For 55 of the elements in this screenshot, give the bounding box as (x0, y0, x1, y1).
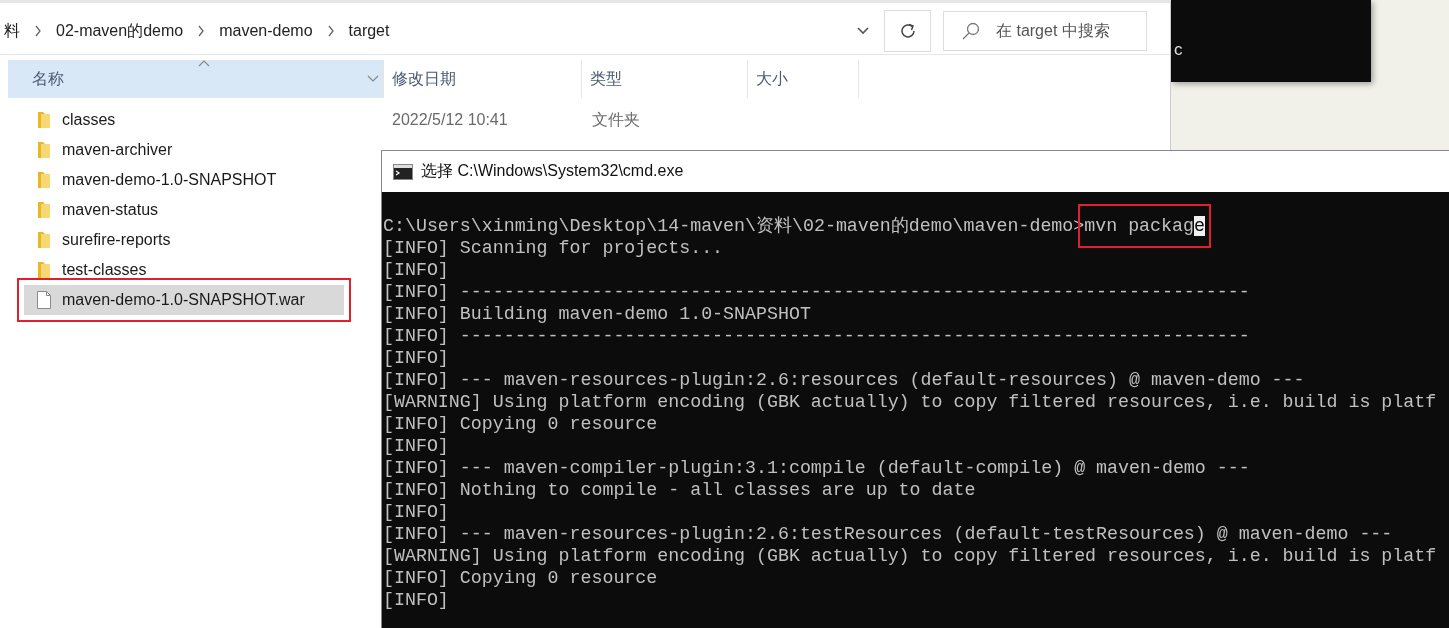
console-output-line: [INFO] Copying 0 resource (383, 413, 659, 435)
console-output-line: [INFO] ------------------------------------------------------------------------ (383, 325, 1251, 347)
console-output-line: [INFO] Nothing to compile - all classes are up to date (383, 479, 977, 501)
file-list-item[interactable]: maven-demo-1.0-SNAPSHOT.war (24, 285, 344, 315)
console-output-line: [INFO] Copying 0 resource (383, 567, 659, 589)
console-output-line: [INFO] (383, 589, 450, 611)
column-header[interactable]: 大小 (748, 60, 859, 98)
window-text: c (1174, 40, 1183, 60)
column-header[interactable]: 名称 (8, 60, 384, 98)
search-field[interactable]: 在 target 中搜索 (943, 11, 1147, 51)
breadcrumb-item[interactable]: 料 (4, 20, 20, 42)
file-list-item[interactable]: maven-archiver (24, 135, 382, 165)
console-output-line: [INFO] --- maven-resources-plugin:2.6:resources (default-resources) @ maven-demo --- (383, 369, 1306, 391)
file-list-item[interactable]: surefire-reports (24, 225, 382, 255)
date-modified: 2022/5/12 10:41 (391, 111, 509, 129)
console-output-line: [INFO] (383, 347, 450, 369)
folder-icon (36, 171, 52, 189)
file-list-item[interactable]: maven-status (24, 195, 382, 225)
folder-icon (36, 261, 52, 279)
console-output-line: [INFO] (383, 259, 450, 281)
file-list-item[interactable]: classes (24, 105, 382, 135)
chevron-down-icon[interactable] (856, 26, 870, 36)
column-header[interactable]: 类型 (582, 60, 748, 98)
console-output-line: [INFO] --- maven-resources-plugin:2.6:testResources (default-testResources) @ maven-demo --- (383, 523, 1394, 545)
breadcrumb-item[interactable]: 02-maven的demo (56, 20, 184, 42)
folder-icon (36, 141, 52, 159)
search-icon (961, 21, 981, 41)
console-output-line: [WARNING] Using platform encoding (GBK actually) to copy filtered resources, i.e. build is platf (383, 391, 1438, 413)
folder-icon (36, 201, 52, 219)
refresh-button[interactable] (885, 10, 931, 52)
text-cursor: e (1194, 216, 1205, 236)
file-list-item[interactable]: test-classes (24, 255, 382, 285)
console-output-line: [INFO] Building maven-demo 1.0-SNAPSHOT (383, 303, 812, 325)
console-output-line: [INFO] --- maven-compiler-plugin:3.1:compile (default-compile) @ maven-demo --- (383, 457, 1251, 479)
console-output-line: [INFO] (383, 501, 450, 523)
chevron-right-icon (197, 25, 206, 37)
file-list-item[interactable]: maven-demo-1.0-SNAPSHOT (24, 165, 382, 195)
chevron-right-icon (326, 25, 335, 37)
column-header[interactable]: 修改日期 (384, 60, 582, 98)
console-output-line: [INFO] (383, 435, 450, 457)
file-icon (36, 290, 52, 310)
console-icon (393, 163, 413, 180)
console-output-line: [WARNING] Using platform encoding (GBK actually) to copy filtered resources, i.e. build is platf (383, 545, 1438, 567)
folder-icon (36, 231, 52, 249)
chevron-right-icon (34, 25, 42, 37)
window-title: 选择 C:\Windows\System32\cmd.exe (421, 161, 684, 181)
sort-up-icon (198, 60, 210, 67)
breadcrumb-item[interactable]: maven-demo (219, 22, 313, 40)
command-text: mvn package (1084, 210, 1205, 242)
file-type: 文件夹 (591, 109, 640, 130)
console-output-line: [INFO] Scanning for projects... (383, 237, 725, 259)
console-output-line: [INFO] ------------------------------------------------------------------------ (383, 281, 1251, 303)
refresh-icon (898, 22, 917, 40)
folder-icon (36, 111, 52, 129)
breadcrumb-item[interactable]: target (348, 22, 390, 40)
